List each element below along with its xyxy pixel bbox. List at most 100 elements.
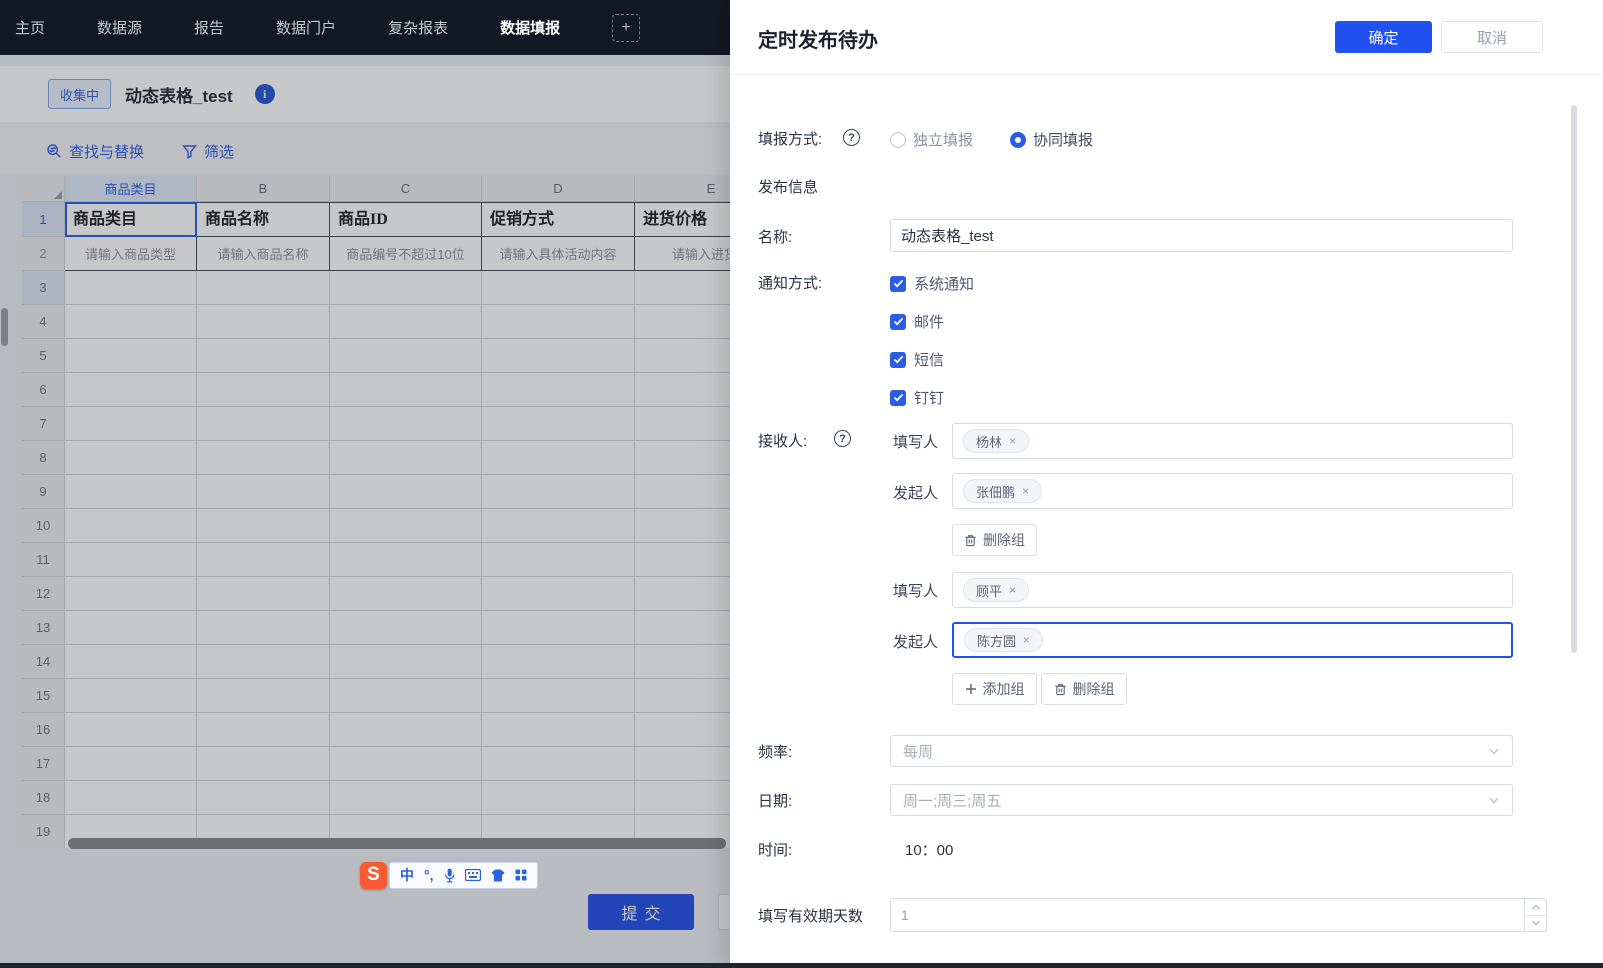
row-number[interactable]: 19 xyxy=(22,815,65,848)
column-header-c[interactable]: C xyxy=(330,176,482,202)
punctuation-icon[interactable]: °, xyxy=(424,867,434,883)
sheet-cell[interactable] xyxy=(482,781,635,815)
sheet-cell[interactable] xyxy=(65,441,197,475)
vertical-scrollbar[interactable] xyxy=(1,308,8,346)
filter-button[interactable]: 筛选 xyxy=(182,141,234,162)
sheet-cell[interactable] xyxy=(635,713,730,747)
row-number[interactable]: 6 xyxy=(22,373,65,407)
tag-remove-icon[interactable]: × xyxy=(1009,434,1016,448)
delete-group-button[interactable]: 删除组 xyxy=(1041,673,1127,705)
row-number[interactable]: 1 xyxy=(22,202,65,237)
sheet-cell[interactable] xyxy=(330,611,482,645)
initiator-tag-input-focused[interactable]: 陈方圆 × xyxy=(952,622,1513,658)
sheet-cell[interactable] xyxy=(65,475,197,509)
sheet-cell[interactable] xyxy=(482,271,635,305)
sheet-cell[interactable] xyxy=(65,577,197,611)
sheet-cell[interactable] xyxy=(65,271,197,305)
sheet-corner-cell[interactable] xyxy=(22,176,65,202)
sheet-cell[interactable] xyxy=(482,577,635,611)
sheet-cell[interactable] xyxy=(635,373,730,407)
sheet-cell[interactable] xyxy=(197,441,330,475)
sheet-cell[interactable] xyxy=(197,747,330,781)
sheet-cell[interactable] xyxy=(65,747,197,781)
frequency-select[interactable]: 每周 xyxy=(890,735,1513,767)
name-input[interactable] xyxy=(890,219,1513,252)
row-number[interactable]: 12 xyxy=(22,577,65,611)
sheet-cell[interactable] xyxy=(65,509,197,543)
skin-icon[interactable] xyxy=(491,869,505,882)
panel-scrollbar[interactable] xyxy=(1571,105,1577,653)
sheet-cell[interactable]: 请输入具体活动内容 xyxy=(482,237,635,271)
sheet-cell[interactable] xyxy=(482,645,635,679)
valid-days-input[interactable] xyxy=(890,898,1525,932)
add-tab-icon[interactable]: + xyxy=(612,14,640,42)
find-replace-button[interactable]: 查找与替换 xyxy=(46,141,144,162)
sheet-cell[interactable] xyxy=(197,305,330,339)
sheet-cell[interactable] xyxy=(330,679,482,713)
sheet-cell[interactable] xyxy=(330,475,482,509)
sheet-cell[interactable] xyxy=(635,543,730,577)
sheet-cell[interactable] xyxy=(65,339,197,373)
nav-item-complex-report[interactable]: 复杂报表 xyxy=(388,17,448,38)
sheet-cell[interactable] xyxy=(197,543,330,577)
column-header-a[interactable]: 商品类目 xyxy=(65,176,197,202)
sheet-cell[interactable] xyxy=(65,305,197,339)
help-icon[interactable]: ? xyxy=(843,129,860,146)
row-number[interactable]: 11 xyxy=(22,543,65,577)
horizontal-scrollbar[interactable] xyxy=(68,838,726,849)
row-number[interactable]: 7 xyxy=(22,407,65,441)
sheet-cell[interactable] xyxy=(635,407,730,441)
sheet-cell[interactable] xyxy=(65,543,197,577)
sheet-cell[interactable] xyxy=(65,373,197,407)
tag-remove-icon[interactable]: × xyxy=(1022,484,1029,498)
keyboard-icon[interactable] xyxy=(465,869,481,881)
row-number[interactable]: 13 xyxy=(22,611,65,645)
delete-group-button[interactable]: 删除组 xyxy=(952,524,1037,556)
row-number[interactable]: 17 xyxy=(22,747,65,781)
checkbox-system-notify[interactable]: 系统通知 xyxy=(890,273,974,294)
row-number[interactable]: 2 xyxy=(22,237,65,271)
sheet-cell[interactable] xyxy=(330,713,482,747)
partial-hidden-button[interactable] xyxy=(718,894,730,930)
sheet-cell[interactable] xyxy=(65,645,197,679)
sheet-cell[interactable] xyxy=(635,305,730,339)
sheet-cell[interactable] xyxy=(482,509,635,543)
info-icon[interactable]: i xyxy=(255,84,275,104)
stepper-down-button[interactable] xyxy=(1525,916,1546,932)
sheet-cell[interactable]: 请输入商品名称 xyxy=(197,237,330,271)
sheet-cell[interactable] xyxy=(482,305,635,339)
nav-item-home[interactable]: 主页 xyxy=(15,17,45,38)
sheet-cell[interactable]: 请输入进货价 xyxy=(635,237,730,271)
sheet-cell[interactable] xyxy=(482,611,635,645)
nav-item-portal[interactable]: 数据门户 xyxy=(276,17,336,38)
sheet-cell[interactable]: 进货价格 xyxy=(635,202,730,237)
date-select[interactable]: 周一;周三;周五 xyxy=(890,784,1513,816)
row-number[interactable]: 8 xyxy=(22,441,65,475)
sheet-cell[interactable] xyxy=(482,713,635,747)
sheet-cell[interactable] xyxy=(635,509,730,543)
sheet-cell[interactable] xyxy=(197,781,330,815)
sheet-cell[interactable] xyxy=(330,407,482,441)
sheet-cell[interactable] xyxy=(635,747,730,781)
initiator-tag-input[interactable]: 张佃鹏 × xyxy=(952,473,1513,509)
column-header-b[interactable]: B xyxy=(197,176,330,202)
cancel-button[interactable]: 取消 xyxy=(1441,21,1543,53)
sheet-cell[interactable] xyxy=(330,781,482,815)
sheet-cell[interactable] xyxy=(197,713,330,747)
radio-collaborative-fill[interactable]: 协同填报 xyxy=(1010,129,1093,150)
sheet-cell[interactable] xyxy=(635,781,730,815)
sheet-cell[interactable] xyxy=(330,747,482,781)
tag-remove-icon[interactable]: × xyxy=(1023,633,1030,647)
sheet-cell[interactable] xyxy=(482,543,635,577)
sheet-cell[interactable] xyxy=(197,509,330,543)
nav-item-data-filling[interactable]: 数据填报 xyxy=(500,17,560,38)
row-number[interactable]: 10 xyxy=(22,509,65,543)
sheet-cell[interactable] xyxy=(197,611,330,645)
sheet-cell[interactable] xyxy=(65,781,197,815)
sogou-logo[interactable]: S xyxy=(360,862,387,889)
sheet-cell[interactable] xyxy=(65,407,197,441)
row-number[interactable]: 4 xyxy=(22,305,65,339)
sheet-cell[interactable] xyxy=(482,407,635,441)
sheet-cell[interactable] xyxy=(197,475,330,509)
nav-item-datasource[interactable]: 数据源 xyxy=(97,17,142,38)
